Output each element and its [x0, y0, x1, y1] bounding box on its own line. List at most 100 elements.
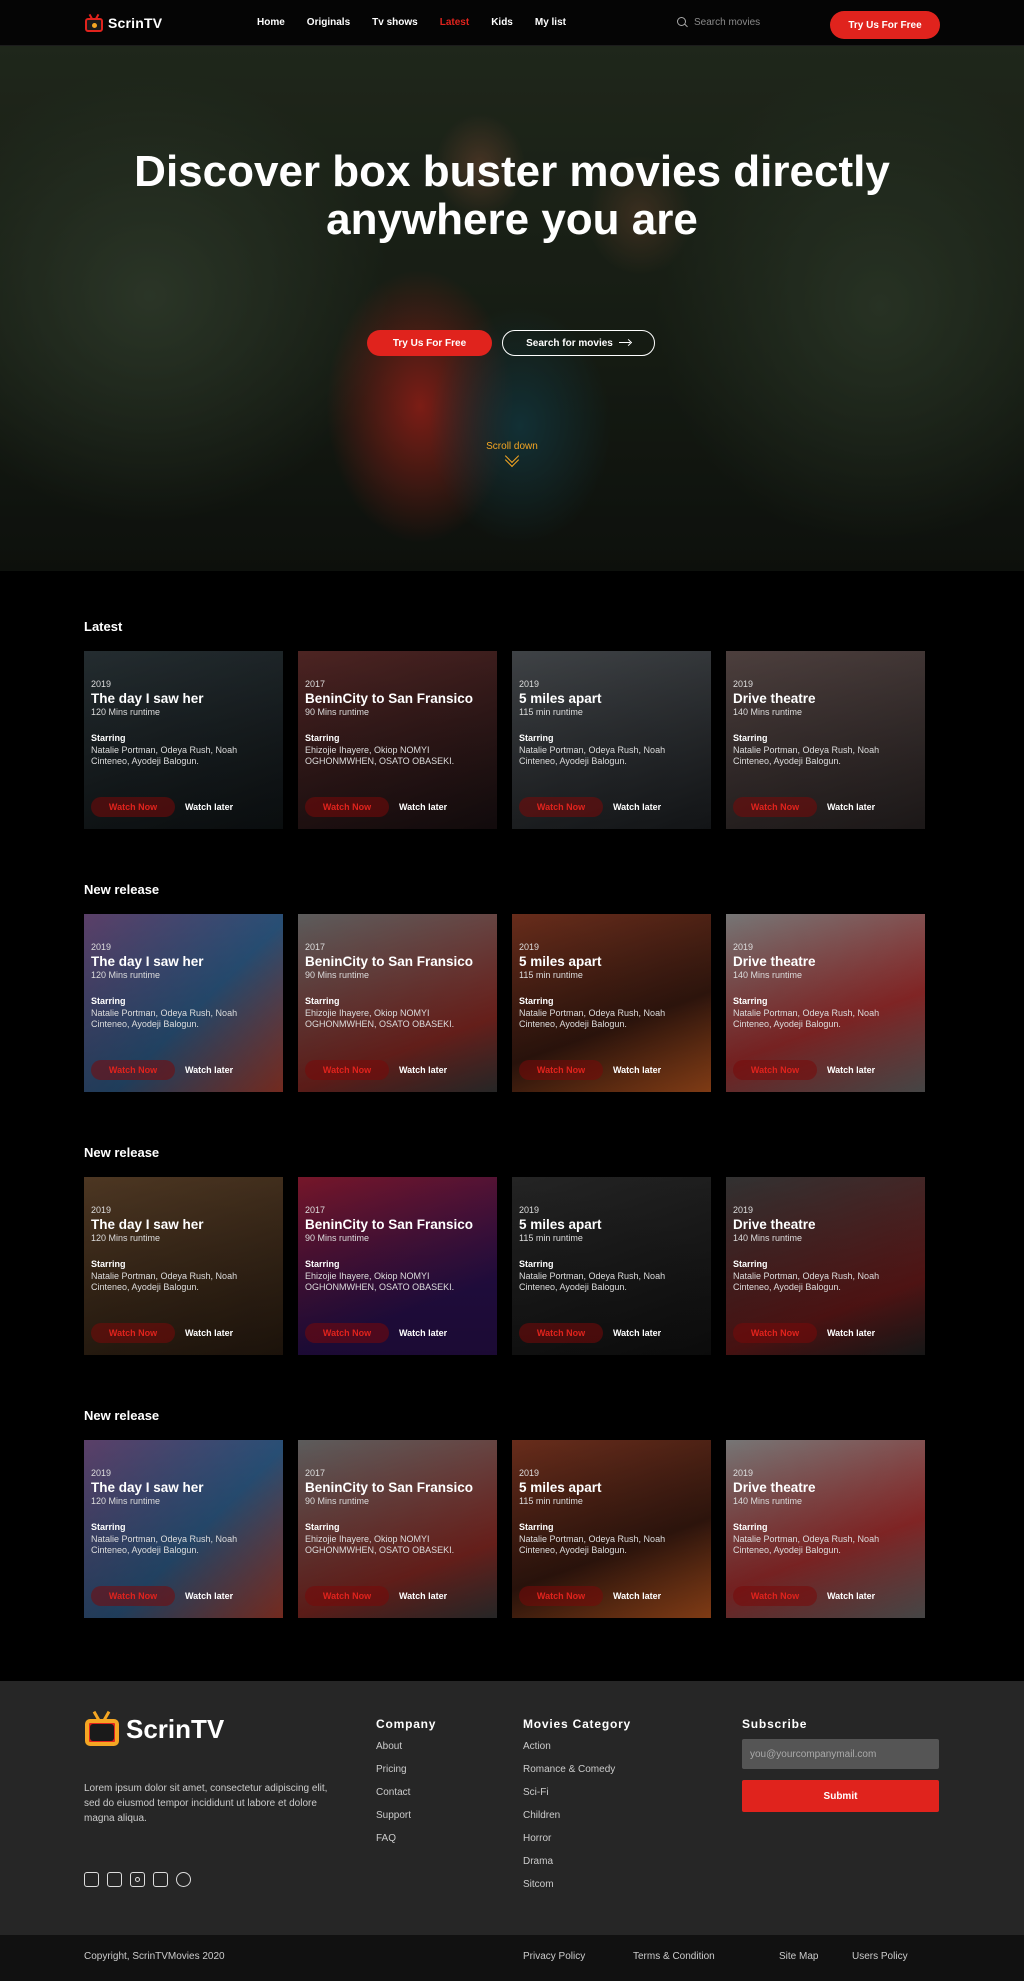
watch-now-button[interactable]: Watch Now	[733, 1323, 817, 1343]
movie-card[interactable]: 2019 5 miles apart 115 min runtime Starr…	[512, 914, 711, 1092]
footer-link-pricing[interactable]: Pricing	[376, 1762, 436, 1785]
instagram-icon[interactable]	[130, 1872, 145, 1887]
watch-later-button[interactable]: Watch later	[827, 802, 875, 812]
twitter-icon[interactable]	[107, 1872, 122, 1887]
terms-link[interactable]: Terms & Condition	[633, 1951, 715, 1962]
movie-card[interactable]: 2019 The day I saw her 120 Mins runtime …	[84, 651, 283, 829]
watch-now-button[interactable]: Watch Now	[733, 1586, 817, 1606]
card-actions: Watch Now Watch later	[91, 1323, 233, 1343]
watch-later-button[interactable]: Watch later	[399, 1591, 447, 1601]
movie-card[interactable]: 2019 5 miles apart 115 min runtime Starr…	[512, 1177, 711, 1355]
facebook-icon[interactable]	[84, 1872, 99, 1887]
site-map-link[interactable]: Site Map	[779, 1951, 818, 1962]
subscribe-submit-button[interactable]: Submit	[742, 1780, 939, 1812]
users-policy-link[interactable]: Users Policy	[852, 1951, 908, 1962]
watch-now-button[interactable]: Watch Now	[91, 1586, 175, 1606]
footer-link-sitcom[interactable]: Sitcom	[523, 1877, 631, 1900]
tv-logo-icon	[84, 13, 104, 32]
watch-later-button[interactable]: Watch later	[185, 1065, 233, 1075]
movie-card[interactable]: 2017 BeninCity to San Fransico 90 Mins r…	[298, 1177, 497, 1355]
movie-title: Drive theatre	[733, 691, 816, 706]
watch-later-button[interactable]: Watch later	[185, 1328, 233, 1338]
watch-now-button[interactable]: Watch Now	[519, 1586, 603, 1606]
movie-card[interactable]: 2017 BeninCity to San Fransico 90 Mins r…	[298, 651, 497, 829]
watch-now-button[interactable]: Watch Now	[91, 797, 175, 817]
movie-card[interactable]: 2019 5 miles apart 115 min runtime Starr…	[512, 1440, 711, 1618]
movie-section: New release 2019 The day I saw her 120 M…	[0, 1386, 1024, 1649]
try-free-hero-button[interactable]: Try Us For Free	[367, 330, 492, 356]
watch-now-button[interactable]: Watch Now	[305, 1060, 389, 1080]
nav-link-originals[interactable]: Originals	[307, 17, 350, 28]
watch-later-button[interactable]: Watch later	[185, 802, 233, 812]
movie-card[interactable]: 2019 5 miles apart 115 min runtime Starr…	[512, 651, 711, 829]
movie-runtime: 115 min runtime	[519, 707, 583, 717]
watch-later-button[interactable]: Watch later	[185, 1591, 233, 1601]
search-input[interactable]	[694, 17, 794, 28]
footer-link-support[interactable]: Support	[376, 1808, 436, 1831]
watch-later-button[interactable]: Watch later	[613, 802, 661, 812]
footer-logo[interactable]: ScrinTV	[84, 1710, 224, 1747]
footer-category-title: Movies Category	[523, 1717, 632, 1731]
watch-now-button[interactable]: Watch Now	[91, 1060, 175, 1080]
movie-card[interactable]: 2017 BeninCity to San Fransico 90 Mins r…	[298, 1440, 497, 1618]
footer-link-sci-fi[interactable]: Sci-Fi	[523, 1785, 631, 1808]
nav-link-tv-shows[interactable]: Tv shows	[372, 17, 418, 28]
watch-later-button[interactable]: Watch later	[827, 1328, 875, 1338]
watch-later-button[interactable]: Watch later	[613, 1591, 661, 1601]
watch-now-button[interactable]: Watch Now	[305, 1323, 389, 1343]
movie-cast: Ehizojie Ihayere, Okiop NOMYI OGHONMWHEN…	[305, 1534, 455, 1555]
nav-link-kids[interactable]: Kids	[491, 17, 513, 28]
watch-now-button[interactable]: Watch Now	[733, 1060, 817, 1080]
footer-link-about[interactable]: About	[376, 1739, 436, 1762]
card-actions: Watch Now Watch later	[305, 1323, 447, 1343]
movie-year: 2017	[305, 942, 326, 952]
watch-now-button[interactable]: Watch Now	[305, 797, 389, 817]
footer-link-children[interactable]: Children	[523, 1808, 631, 1831]
footer-link-romance-comedy[interactable]: Romance & Comedy	[523, 1762, 631, 1785]
movie-cast: Ehizojie Ihayere, Okiop NOMYI OGHONMWHEN…	[305, 1271, 455, 1292]
footer-link-action[interactable]: Action	[523, 1739, 631, 1762]
movie-card[interactable]: 2019 The day I saw her 120 Mins runtime …	[84, 1177, 283, 1355]
watch-later-button[interactable]: Watch later	[399, 1065, 447, 1075]
movie-cast: Ehizojie Ihayere, Okiop NOMYI OGHONMWHEN…	[305, 745, 455, 766]
movie-card[interactable]: 2019 Drive theatre 140 Mins runtime Star…	[726, 1440, 925, 1618]
movie-card[interactable]: 2019 The day I saw her 120 Mins runtime …	[84, 1440, 283, 1618]
movie-card[interactable]: 2019 Drive theatre 140 Mins runtime Star…	[726, 914, 925, 1092]
watch-later-button[interactable]: Watch later	[399, 802, 447, 812]
movie-card[interactable]: 2017 BeninCity to San Fransico 90 Mins r…	[298, 914, 497, 1092]
nav-link-my-list[interactable]: My list	[535, 17, 566, 28]
search-icon[interactable]	[677, 17, 688, 28]
linkedin-icon[interactable]	[153, 1872, 168, 1887]
watch-later-button[interactable]: Watch later	[613, 1328, 661, 1338]
privacy-policy-link[interactable]: Privacy Policy	[523, 1951, 585, 1962]
movie-card[interactable]: 2019 The day I saw her 120 Mins runtime …	[84, 914, 283, 1092]
watch-now-button[interactable]: Watch Now	[519, 1323, 603, 1343]
movie-card[interactable]: 2019 Drive theatre 140 Mins runtime Star…	[726, 1177, 925, 1355]
movie-cast: Natalie Portman, Odeya Rush, Noah Cinten…	[519, 1008, 666, 1029]
watch-now-button[interactable]: Watch Now	[305, 1586, 389, 1606]
watch-later-button[interactable]: Watch later	[613, 1065, 661, 1075]
watch-later-button[interactable]: Watch later	[827, 1591, 875, 1601]
brand-logo[interactable]: ScrinTV	[84, 13, 162, 32]
watch-now-button[interactable]: Watch Now	[91, 1323, 175, 1343]
scroll-down-indicator[interactable]: Scroll down	[0, 441, 1024, 468]
try-free-nav-button[interactable]: Try Us For Free	[830, 11, 940, 39]
watch-later-button[interactable]: Watch later	[827, 1065, 875, 1075]
watch-later-button[interactable]: Watch later	[399, 1328, 447, 1338]
search-movies-button[interactable]: Search for movies	[502, 330, 655, 356]
watch-now-button[interactable]: Watch Now	[519, 797, 603, 817]
movie-card[interactable]: 2019 Drive theatre 140 Mins runtime Star…	[726, 651, 925, 829]
reddit-icon[interactable]	[176, 1872, 191, 1887]
footer-link-contact[interactable]: Contact	[376, 1785, 436, 1808]
watch-now-button[interactable]: Watch Now	[733, 797, 817, 817]
nav-link-home[interactable]: Home	[257, 17, 285, 28]
movie-cast: Ehizojie Ihayere, Okiop NOMYI OGHONMWHEN…	[305, 1008, 455, 1029]
nav-link-latest[interactable]: Latest	[440, 17, 469, 28]
subscribe-email-input[interactable]	[742, 1739, 939, 1769]
watch-now-button[interactable]: Watch Now	[519, 1060, 603, 1080]
footer-link-horror[interactable]: Horror	[523, 1831, 631, 1854]
footer-link-faq[interactable]: FAQ	[376, 1831, 436, 1854]
footer-link-drama[interactable]: Drama	[523, 1854, 631, 1877]
movie-year: 2019	[91, 679, 112, 689]
movie-section: New release 2019 The day I saw her 120 M…	[0, 1123, 1024, 1386]
